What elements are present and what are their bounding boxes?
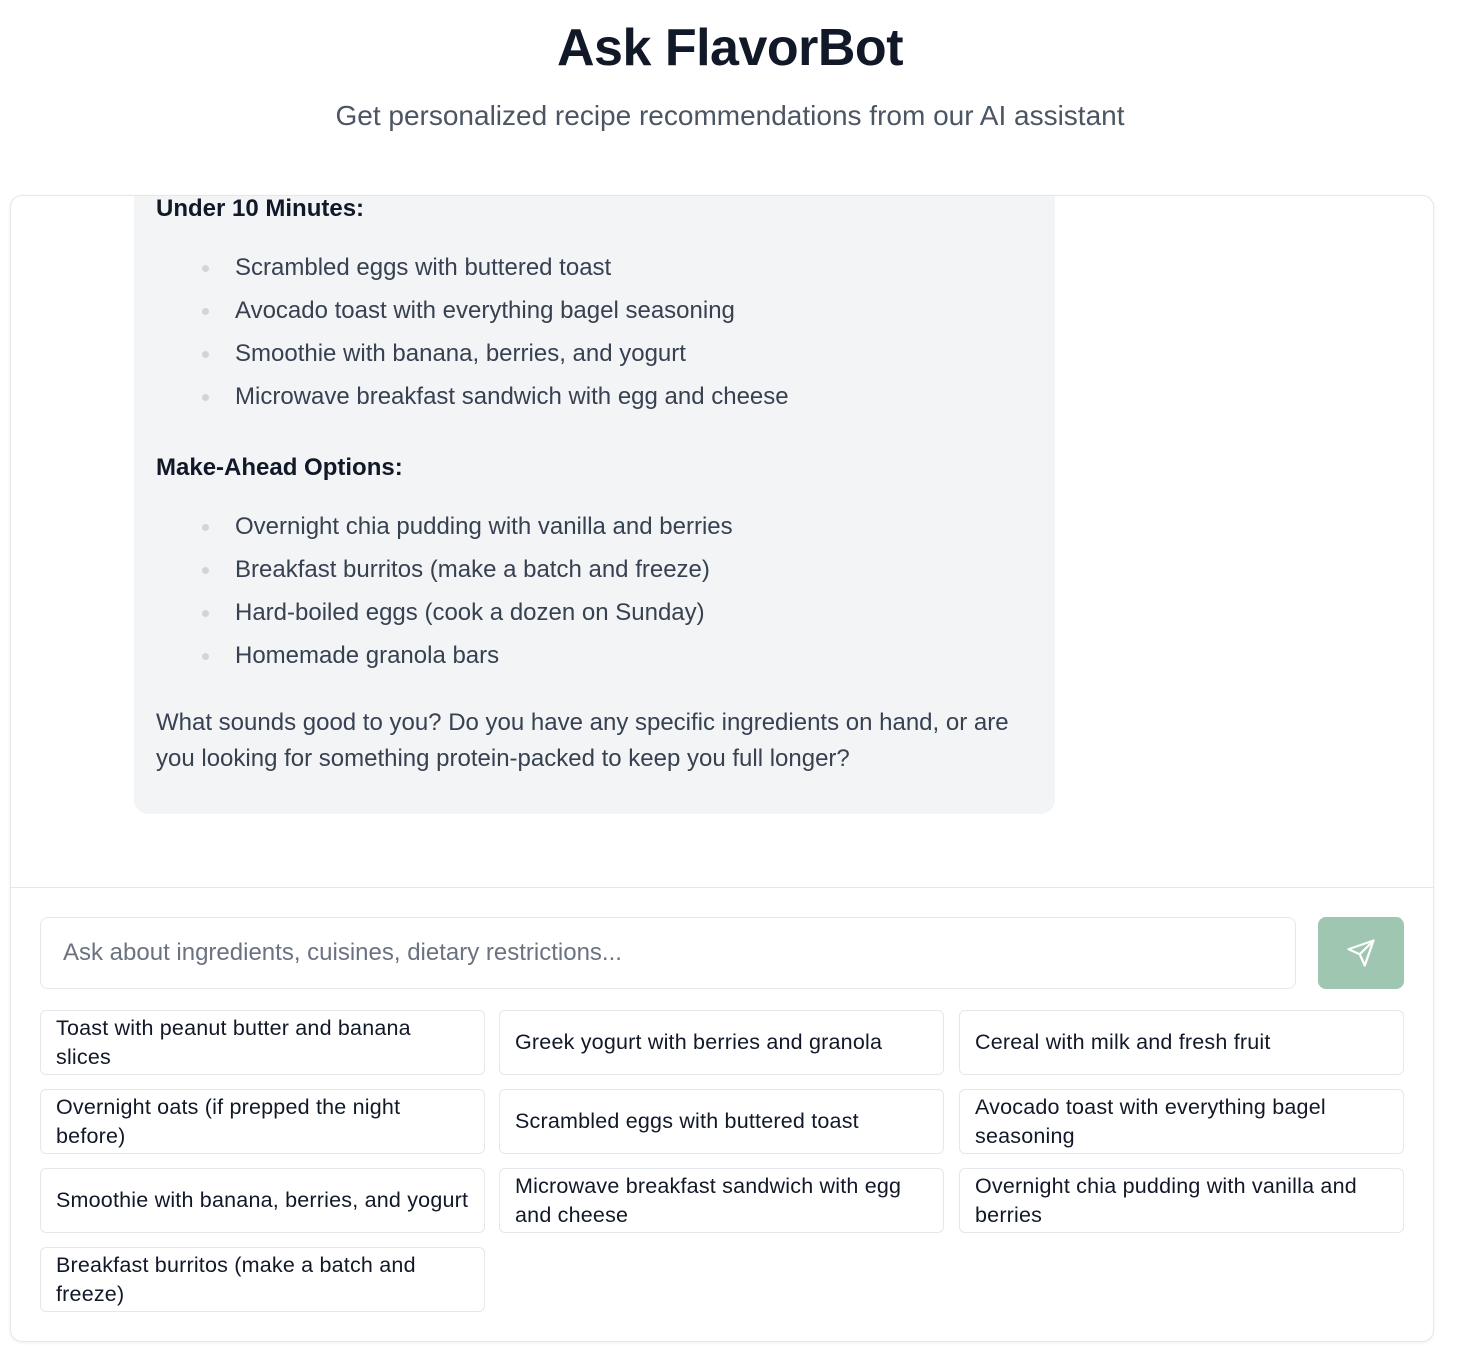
bullet-icon [202, 308, 209, 315]
bullet-icon [202, 265, 209, 272]
suggestion-chip[interactable]: Microwave breakfast sandwich with egg an… [499, 1168, 944, 1233]
suggestion-chip[interactable]: Smoothie with banana, berries, and yogur… [40, 1168, 485, 1233]
message-list[interactable]: Under 10 Minutes: Scrambled eggs with bu… [11, 196, 1433, 887]
page-title: Ask FlavorBot [556, 19, 904, 77]
suggestion-chip[interactable]: Toast with peanut butter and banana slic… [40, 1010, 485, 1075]
bullet-icon [202, 567, 209, 574]
list-item: Smoothie with banana, berries, and yogur… [202, 338, 686, 370]
list-item-text: Avocado toast with everything bagel seas… [235, 297, 735, 324]
list-item-text: Microwave breakfast sandwich with egg an… [235, 383, 789, 410]
section-heading-quick: Under 10 Minutes: [156, 196, 365, 222]
list-item: Scrambled eggs with buttered toast [202, 252, 612, 284]
list-item-text: Smoothie with banana, berries, and yogur… [235, 340, 686, 367]
list-item-text: Hard-boiled eggs (cook a dozen on Sunday… [235, 599, 705, 626]
chat-input-container [40, 917, 1296, 989]
suggestion-chip[interactable]: Greek yogurt with berries and granola [499, 1010, 944, 1075]
list-item: Avocado toast with everything bagel seas… [202, 295, 735, 327]
closing-question: What sounds good to you? Do you have any… [156, 709, 1009, 772]
list-item: Microwave breakfast sandwich with egg an… [202, 381, 789, 413]
suggestion-chip[interactable]: Breakfast burritos (make a batch and fre… [40, 1247, 485, 1312]
bullet-icon [202, 351, 209, 358]
page-subtitle: Get personalized recipe recommendations … [335, 100, 1125, 131]
send-button[interactable] [1318, 917, 1404, 989]
suggestion-chip[interactable]: Overnight chia pudding with vanilla and … [959, 1168, 1404, 1233]
list-item: Overnight chia pudding with vanilla and … [202, 511, 733, 543]
list-item-text: Scrambled eggs with buttered toast [235, 254, 612, 281]
list-item: Hard-boiled eggs (cook a dozen on Sunday… [202, 597, 705, 629]
assistant-message: Under 10 Minutes: Scrambled eggs with bu… [134, 196, 1055, 814]
list-item: Breakfast burritos (make a batch and fre… [202, 554, 710, 586]
bullet-icon [202, 394, 209, 401]
suggestion-chip[interactable]: Overnight oats (if prepped the night bef… [40, 1089, 485, 1154]
chat-panel: Under 10 Minutes: Scrambled eggs with bu… [10, 195, 1434, 1342]
list-item-text: Overnight chia pudding with vanilla and … [235, 513, 733, 540]
list-item-text: Homemade granola bars [235, 642, 500, 669]
send-icon [1347, 939, 1375, 967]
composer-divider [11, 887, 1433, 888]
bullet-icon [202, 653, 209, 660]
section-heading-make-ahead: Make-Ahead Options: [156, 454, 403, 481]
suggestion-chip[interactable]: Cereal with milk and fresh fruit [959, 1010, 1404, 1075]
bullet-icon [202, 610, 209, 617]
bullet-icon [202, 524, 209, 531]
list-item: Homemade granola bars [202, 640, 500, 672]
chat-input[interactable] [41, 918, 1295, 988]
suggestion-chip[interactable]: Avocado toast with everything bagel seas… [959, 1089, 1404, 1154]
suggestion-chip[interactable]: Scrambled eggs with buttered toast [499, 1089, 944, 1154]
list-item-text: Breakfast burritos (make a batch and fre… [235, 556, 710, 583]
